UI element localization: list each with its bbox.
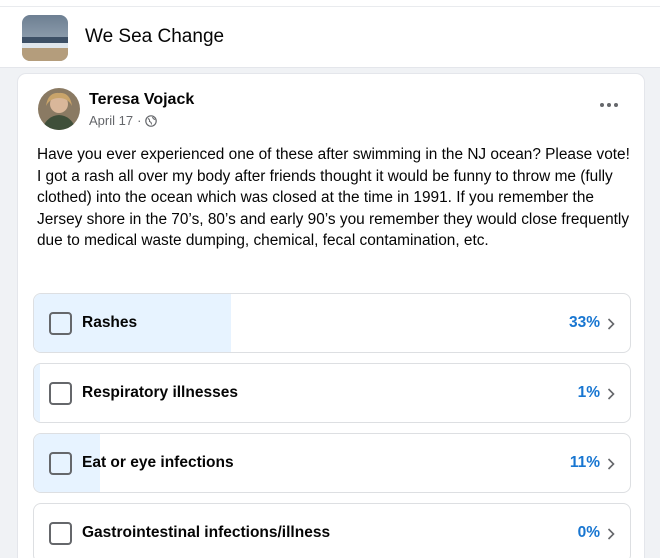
poll-option-respiratory[interactable]: Respiratory illnesses 1% <box>33 363 631 423</box>
author-avatar[interactable] <box>38 88 80 130</box>
chevron-right-icon[interactable] <box>606 387 616 401</box>
poll-option-eye-infections[interactable]: Eat or eye infections 11% <box>33 433 631 493</box>
post-date[interactable]: April 17 <box>89 113 133 128</box>
poll-result-bar <box>34 364 40 422</box>
poll-option-label: Eat or eye infections <box>82 454 234 471</box>
more-options-dot <box>614 103 618 107</box>
more-options-dot <box>607 103 611 107</box>
poll-checkbox[interactable] <box>49 522 72 545</box>
poll-option-label: Respiratory illnesses <box>82 384 238 401</box>
post-card: Teresa Vojack April 17 · Have you ever e… <box>18 74 644 558</box>
post-meta: April 17 · <box>89 113 158 128</box>
group-thumbnail[interactable] <box>22 15 68 61</box>
group-thumbnail-image <box>22 15 68 61</box>
post-body: Have you ever experienced one of these a… <box>37 146 630 249</box>
more-options-icon <box>600 103 604 107</box>
poll-checkbox[interactable] <box>49 452 72 475</box>
poll-option-percent: 0% <box>577 524 600 541</box>
poll-option-label: Rashes <box>82 314 138 331</box>
poll-option-label: Gastrointestinal infections/illness <box>82 524 331 541</box>
chevron-right-icon[interactable] <box>606 317 616 331</box>
chevron-right-icon[interactable] <box>606 527 616 541</box>
poll-option-percent: 33% <box>568 314 600 331</box>
poll-option-rashes[interactable]: Rashes 33% <box>33 293 631 353</box>
poll-checkbox[interactable] <box>49 382 72 405</box>
avatar-image <box>38 88 80 130</box>
group-name[interactable]: We Sea Change <box>85 26 224 48</box>
poll-option-percent: 1% <box>577 384 600 401</box>
author-name[interactable]: Teresa Vojack <box>89 91 194 109</box>
group-header: We Sea Change <box>0 0 660 68</box>
globe-icon <box>145 114 158 127</box>
header-divider <box>0 6 660 7</box>
meta-separator: · <box>137 113 142 128</box>
chevron-right-icon[interactable] <box>606 457 616 471</box>
poll-option-percent: 11% <box>569 454 600 471</box>
poll-option-gastrointestinal[interactable]: Gastrointestinal infections/illness 0% <box>33 503 631 558</box>
more-options-button[interactable] <box>596 98 622 112</box>
poll-checkbox[interactable] <box>49 312 72 335</box>
